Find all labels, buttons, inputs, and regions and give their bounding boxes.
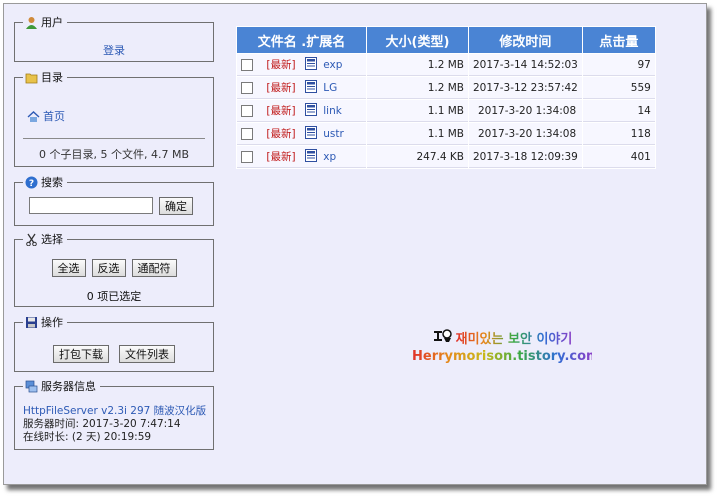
file-name-link[interactable]: exp [323,59,342,71]
action-panel: 操作 打包下载 文件列表 [14,314,214,372]
new-badge: [最新] [266,127,296,140]
new-badge: [最新] [266,58,296,71]
divider [23,138,205,139]
action-panel-legend: 操作 [23,314,67,330]
file-modified-cell: 2017-3-20 1:34:08 [469,100,582,122]
watermark: 재미있는 보안 이야기 Herrymorison.tistory.com [412,328,600,364]
watermark-logo-icon [432,328,452,347]
file-name-link[interactable]: link [323,105,342,117]
file-icon [304,102,317,119]
directory-panel-legend: 目录 [23,69,67,85]
file-hits-cell: 559 [582,77,655,99]
user-icon [25,16,38,29]
svg-text:?: ? [29,179,34,189]
file-icon [304,125,317,142]
invert-selection-button[interactable]: 反选 [91,259,126,277]
file-modified-cell: 2017-3-12 23:57:42 [469,77,582,99]
server-info-panel-legend: 服务器信息 [23,378,100,394]
file-size-cell: 1.1 MB [367,123,468,145]
file-modified-cell: 2017-3-14 14:52:03 [469,54,582,76]
login-link[interactable]: 登录 [103,44,125,57]
file-name-link[interactable]: LG [323,82,337,94]
folder-open-icon [25,71,38,84]
file-name-cell: [最新] xp [237,146,366,168]
file-modified-cell: 2017-3-18 12:09:39 [469,146,582,168]
archive-download-button[interactable]: 打包下载 [53,345,109,363]
file-table-body: [最新] exp 1.2 MB 2017-3-14 14:52:03 97 [最… [237,54,655,168]
column-header-modified[interactable]: 修改时间 [469,27,582,53]
file-name-cell: [最新] exp [237,54,366,76]
file-name-cell: [最新] link [237,100,366,122]
scissors-icon [25,233,38,246]
table-row: [最新] LG 1.2 MB 2017-3-12 23:57:42 559 [237,77,655,99]
uptime: 在线时长: (2 天) 20:19:59 [23,431,152,443]
save-icon [25,316,38,329]
page-frame: 用户 登录 目录 首页 0 个子目录, 5 个文件, 4.7 MB ? 搜索 确… [3,3,707,485]
row-checkbox[interactable] [241,58,253,71]
column-header-size[interactable]: 大小(类型) [367,27,468,53]
file-hits-cell: 118 [582,123,655,145]
new-badge: [最新] [266,81,296,94]
select-panel-legend: 选择 [23,231,67,247]
new-badge: [最新] [266,104,296,117]
table-row: [最新] xp 247.4 KB 2017-3-18 12:09:39 401 [237,146,655,168]
server-icon [25,380,38,393]
server-version-link[interactable]: HttpFileServer v2.3i 297 随波汉化版 [23,405,206,417]
file-name-link[interactable]: xp [323,151,336,163]
search-input[interactable] [29,197,153,214]
file-table: 文件名 .扩展名 大小(类型) 修改时间 点击量 [最新] exp 1.2 MB… [236,26,656,169]
select-all-button[interactable]: 全选 [51,259,86,277]
file-hits-cell: 401 [582,146,655,168]
table-row: [最新] exp 1.2 MB 2017-3-14 14:52:03 97 [237,54,655,76]
file-name-link[interactable]: ustr [323,128,344,140]
user-panel: 用户 登录 [14,14,214,62]
file-name-cell: [最新] LG [237,77,366,99]
server-time: 服务器时间: 2017-3-20 7:47:14 [23,418,181,430]
search-panel-legend: ? 搜索 [23,174,67,190]
table-header-row: 文件名 .扩展名 大小(类型) 修改时间 点击量 [237,27,655,53]
row-checkbox[interactable] [241,150,253,163]
file-size-cell: 1.1 MB [367,100,468,122]
watermark-line1: 재미있는 보안 이야기 [456,328,573,347]
table-row: [最新] ustr 1.1 MB 2017-3-20 1:34:08 118 [237,123,655,145]
directory-summary: 0 个子目录, 5 个文件, 4.7 MB [38,148,189,161]
file-hits-cell: 97 [582,54,655,76]
file-icon [304,56,317,73]
server-info-panel: 服务器信息 HttpFileServer v2.3i 297 随波汉化版 服务器… [14,378,214,450]
new-badge: [最新] [266,150,296,163]
column-header-hits[interactable]: 点击量 [582,27,655,53]
file-size-cell: 1.2 MB [367,54,468,76]
row-checkbox[interactable] [241,81,253,94]
home-link-row[interactable]: 首页 [27,108,65,124]
file-name-cell: [最新] ustr [237,123,366,145]
home-icon [27,110,40,123]
search-panel: ? 搜索 确定 [14,174,214,226]
table-row: [最新] link 1.1 MB 2017-3-20 1:34:08 14 [237,100,655,122]
user-panel-legend: 用户 [23,14,67,30]
file-icon [304,148,317,165]
wildcard-button[interactable]: 通配符 [131,259,177,277]
selected-count: 0 项已选定 [86,290,142,303]
home-link[interactable]: 首页 [43,108,65,124]
file-size-cell: 1.2 MB [367,77,468,99]
row-checkbox[interactable] [241,127,253,140]
file-hits-cell: 14 [582,100,655,122]
column-header-name[interactable]: 文件名 .扩展名 [237,27,366,53]
file-list-button[interactable]: 文件列表 [119,345,175,363]
select-panel: 选择 全选 反选 通配符 0 项已选定 [14,231,214,307]
file-size-cell: 247.4 KB [367,146,468,168]
watermark-line2: Herrymorison.tistory.com [412,349,600,364]
row-checkbox[interactable] [241,104,253,117]
directory-panel: 目录 首页 0 个子目录, 5 个文件, 4.7 MB [14,69,214,167]
file-icon [304,79,317,96]
help-icon: ? [25,176,38,189]
search-submit-button[interactable]: 确定 [159,197,193,215]
file-modified-cell: 2017-3-20 1:34:08 [469,123,582,145]
